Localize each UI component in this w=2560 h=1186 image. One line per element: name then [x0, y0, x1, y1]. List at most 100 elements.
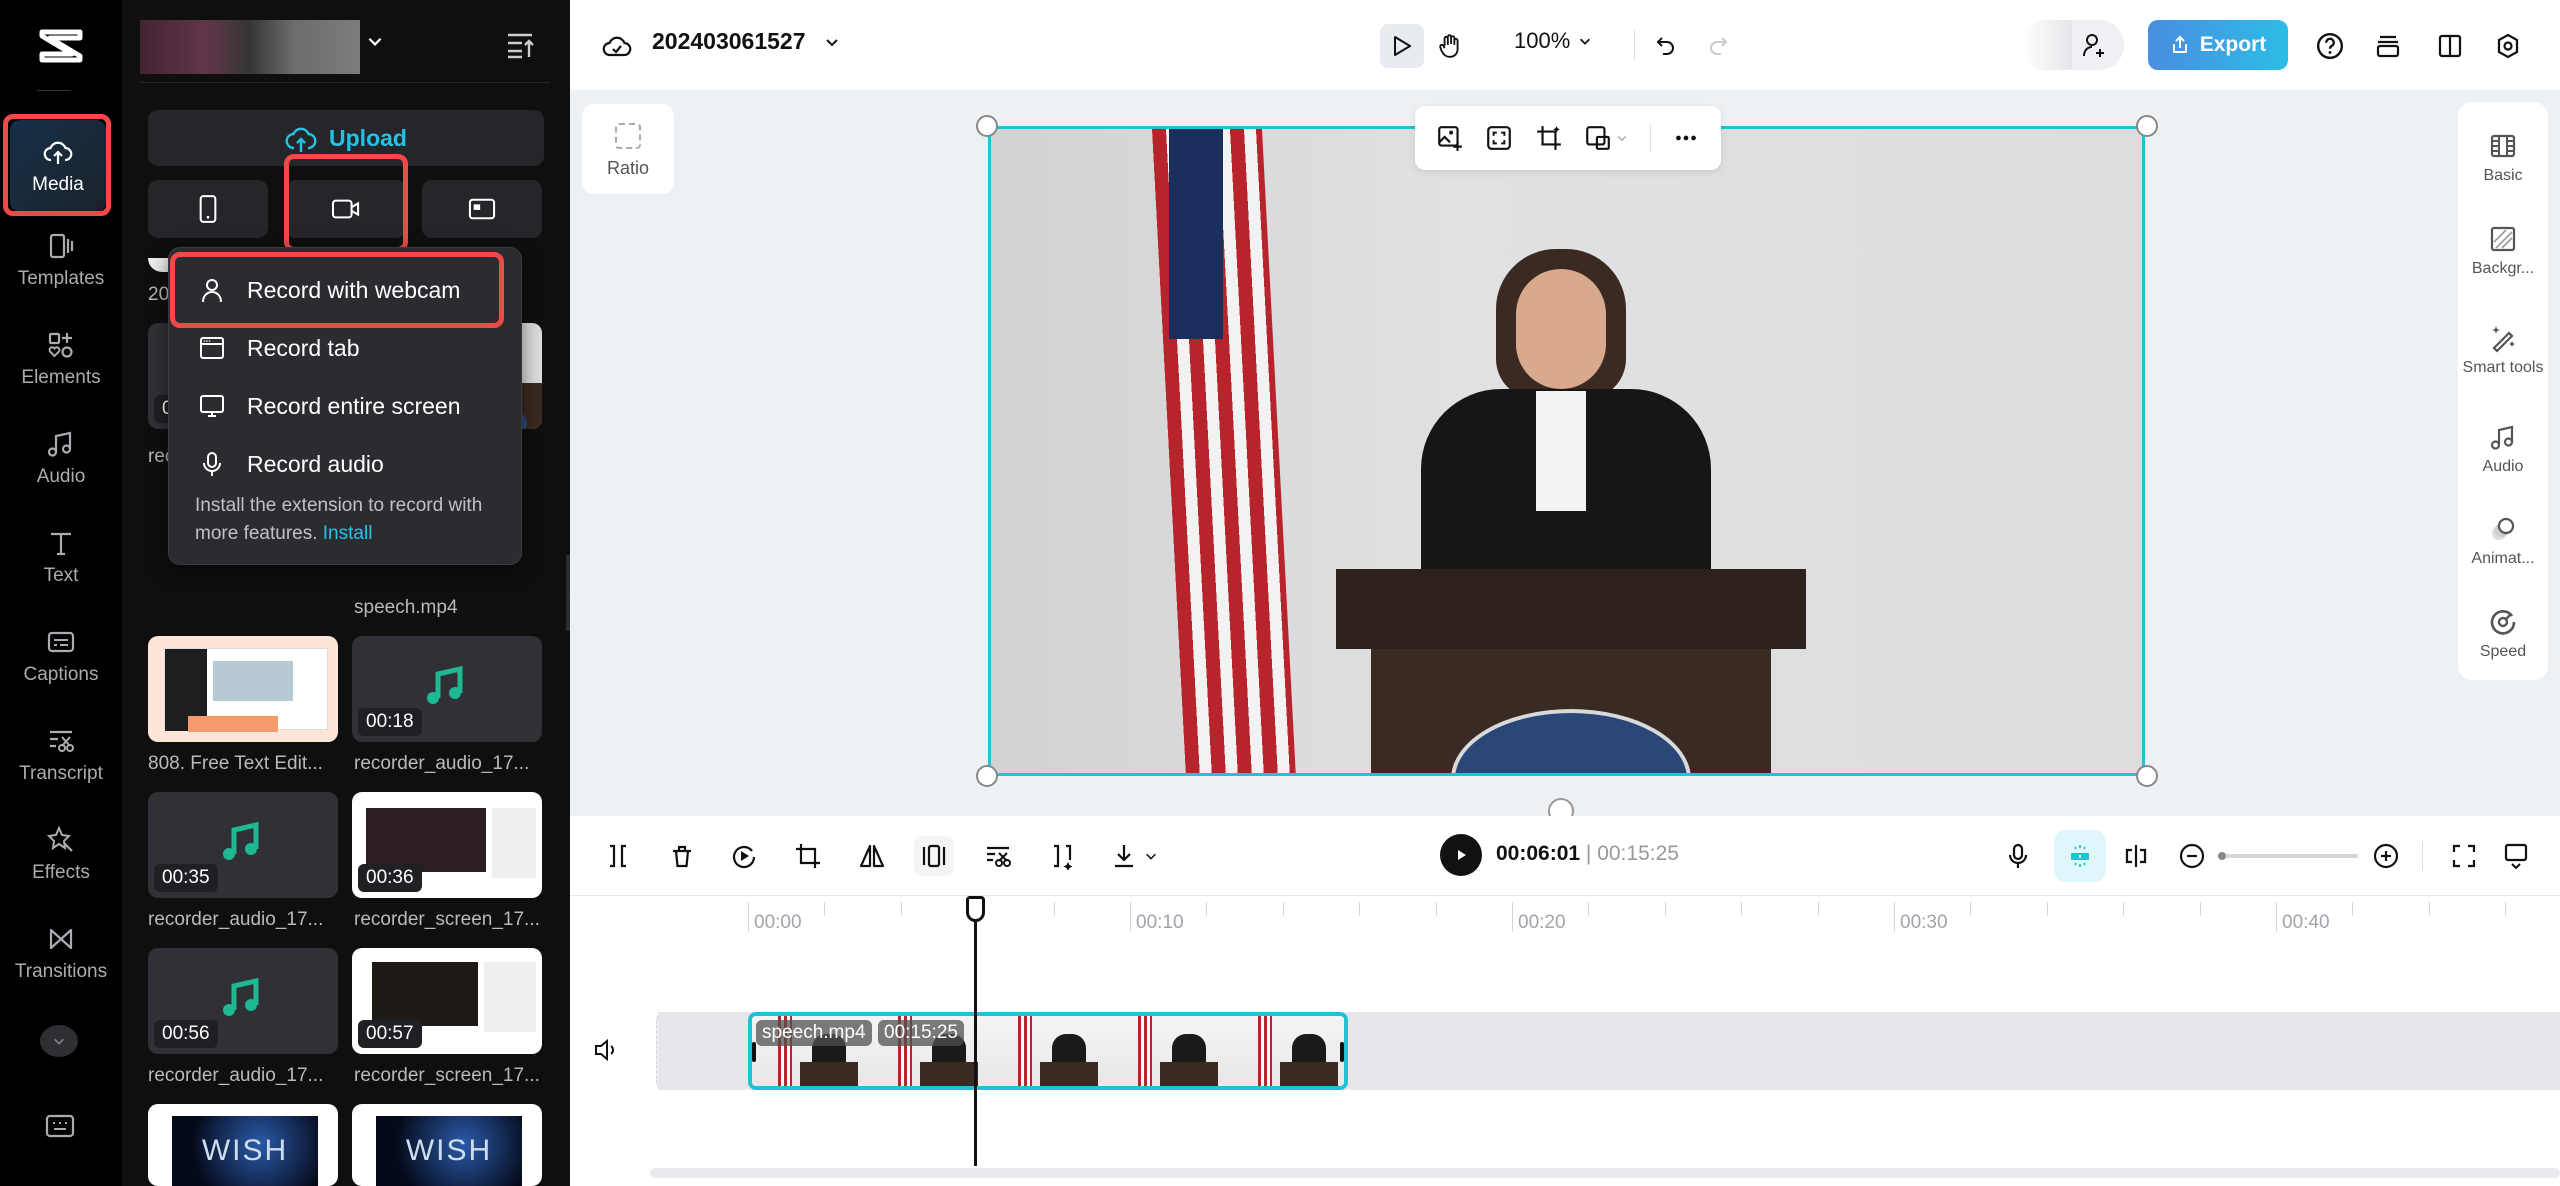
- nav-item-transitions[interactable]: Transitions: [0, 907, 122, 999]
- ratio-button[interactable]: Ratio: [582, 104, 674, 194]
- asset-thumb[interactable]: 00:36: [352, 792, 542, 898]
- property-tab-animation[interactable]: Animat...: [2471, 495, 2535, 587]
- smart-split-button[interactable]: [1042, 836, 1082, 876]
- workspace-account[interactable]: [140, 20, 360, 74]
- zoom-dropdown[interactable]: 100%: [1514, 28, 1592, 54]
- video-preview[interactable]: [988, 126, 2145, 776]
- clip-trim-right[interactable]: [1340, 1042, 1344, 1062]
- menu-item-record-webcam[interactable]: Record with webcam: [179, 262, 513, 318]
- split-button[interactable]: [598, 836, 638, 876]
- project-title[interactable]: 202403061527: [652, 28, 840, 55]
- nav-label: Media: [32, 174, 84, 195]
- nav-item-elements[interactable]: Elements: [0, 313, 122, 405]
- zoom-in-button[interactable]: [2366, 836, 2406, 876]
- collapse-timeline-button[interactable]: [2496, 836, 2536, 876]
- zoom-out-button[interactable]: [2172, 836, 2212, 876]
- upload-from-phone-button[interactable]: [148, 180, 268, 238]
- split-view-button[interactable]: [2116, 836, 2156, 876]
- download-dropdown[interactable]: [1110, 836, 1158, 876]
- property-tab-smart-tools[interactable]: Smart tools: [2463, 297, 2543, 403]
- menu-item-record-tab[interactable]: Record tab: [179, 320, 513, 376]
- property-tab-audio[interactable]: Audio: [2482, 403, 2524, 495]
- transcript-edit-button[interactable]: [978, 836, 1018, 876]
- fit-timeline-button[interactable]: [2444, 836, 2484, 876]
- resize-handle-br[interactable]: [2136, 765, 2158, 787]
- music-note-icon: [223, 821, 259, 860]
- crop-button[interactable]: [788, 836, 828, 876]
- zoom-value: 100%: [1514, 28, 1571, 53]
- ruler-minor-tick: [2352, 902, 2354, 916]
- time-ruler[interactable]: 00:00 00:10 00:20 00:30 00:40: [570, 896, 2560, 936]
- ruler-minor-tick: [2428, 902, 2430, 916]
- resize-handle-bl[interactable]: [976, 765, 998, 787]
- smart-crop-icon[interactable]: [1535, 124, 1563, 152]
- nav-item-templates[interactable]: Templates: [0, 214, 122, 306]
- help-button[interactable]: [2308, 24, 2352, 68]
- timeline-clip[interactable]: speech.mp4 00:15:25: [748, 1012, 1348, 1090]
- asset-thumb[interactable]: 00:18: [352, 636, 542, 742]
- nav-item-effects[interactable]: Effects: [0, 808, 122, 900]
- menu-item-record-screen[interactable]: Record entire screen: [179, 378, 513, 434]
- screen-record-button[interactable]: [422, 180, 542, 238]
- playhead-handle[interactable]: [966, 896, 985, 922]
- property-tab-label: Audio: [2482, 458, 2524, 476]
- property-tab-background[interactable]: Backgr...: [2472, 204, 2534, 296]
- settings-button[interactable]: [2486, 24, 2530, 68]
- account-dropdown[interactable]: [366, 32, 384, 50]
- menu-item-record-audio[interactable]: Record audio: [179, 436, 513, 492]
- timeline-toolbar: 00:06:01 | 00:15:25: [570, 816, 2560, 896]
- upload-button[interactable]: Upload: [148, 110, 544, 166]
- layout-button[interactable]: [2428, 24, 2472, 68]
- asset-thumb[interactable]: 00:56: [148, 948, 338, 1054]
- nav-item-media[interactable]: Media: [10, 120, 106, 212]
- undo-button[interactable]: [1644, 24, 1688, 68]
- nav-more-button[interactable]: [40, 1025, 78, 1057]
- keyboard-shortcuts-button[interactable]: [44, 1112, 76, 1140]
- resize-handle-tr[interactable]: [2136, 115, 2158, 137]
- export-button[interactable]: Export: [2148, 20, 2288, 70]
- replace-image-icon[interactable]: [1436, 124, 1464, 152]
- flip-button[interactable]: [852, 836, 892, 876]
- sort-button[interactable]: [505, 30, 535, 60]
- collaborators[interactable]: [2022, 20, 2124, 70]
- property-tab-label: Speed: [2479, 642, 2527, 660]
- nav-item-transcript[interactable]: Transcript: [0, 709, 122, 801]
- slider-thumb[interactable]: [2218, 852, 2226, 860]
- asset-thumb[interactable]: WISH: [352, 1104, 542, 1186]
- asset-thumb[interactable]: [148, 636, 338, 742]
- asset-thumb[interactable]: 00:35: [148, 792, 338, 898]
- record-button[interactable]: [286, 180, 406, 238]
- record-voiceover-button[interactable]: [1998, 836, 2038, 876]
- timeline-scrollbar[interactable]: [650, 1168, 2560, 1178]
- clip-trim-left[interactable]: [752, 1042, 756, 1062]
- freeze-button[interactable]: [914, 836, 954, 876]
- asset-thumb[interactable]: WISH: [148, 1104, 338, 1186]
- auto-snap-button[interactable]: [2054, 830, 2106, 882]
- delete-button[interactable]: [662, 836, 702, 876]
- play-button[interactable]: [1440, 834, 1482, 876]
- replay-button[interactable]: [724, 836, 764, 876]
- timeline-zoom-slider[interactable]: [2218, 852, 2358, 860]
- more-icon[interactable]: [1672, 124, 1700, 152]
- mask-dropdown[interactable]: [1584, 124, 1628, 152]
- nav-divider: [37, 90, 71, 91]
- fit-icon[interactable]: [1485, 124, 1513, 152]
- playhead[interactable]: [966, 896, 985, 1166]
- install-link[interactable]: Install: [323, 523, 373, 544]
- asset-thumb[interactable]: 00:57: [352, 948, 542, 1054]
- nav-item-audio[interactable]: Audio: [0, 412, 122, 504]
- resize-handle-tl[interactable]: [976, 115, 998, 137]
- hand-tool-button[interactable]: [1428, 24, 1472, 68]
- property-tab-speed[interactable]: Speed: [2480, 588, 2526, 680]
- property-tab-basic[interactable]: Basic: [2483, 112, 2523, 204]
- select-tool-button[interactable]: [1380, 24, 1424, 68]
- mute-track-button[interactable]: [592, 1036, 622, 1066]
- nav-label: Elements: [21, 367, 101, 388]
- nav-item-text[interactable]: Text: [0, 511, 122, 603]
- menu-item-label: Record entire screen: [247, 392, 461, 419]
- ruler-minor-tick: [1359, 902, 1361, 916]
- nav-item-captions[interactable]: Captions: [0, 610, 122, 702]
- redo-button[interactable]: [1696, 24, 1740, 68]
- text-icon: [51, 532, 71, 556]
- layers-button[interactable]: [2366, 24, 2410, 68]
